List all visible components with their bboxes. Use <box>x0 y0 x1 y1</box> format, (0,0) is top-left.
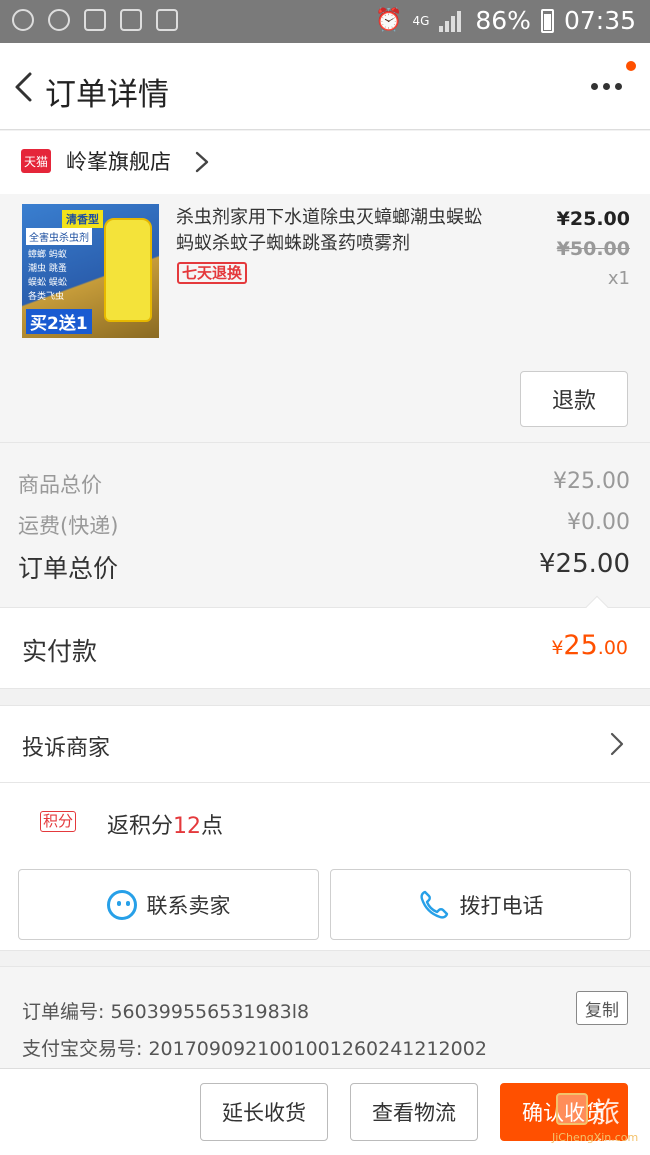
actual-payment-amount: ¥25.00 <box>551 630 628 661</box>
thumb-title: 全害虫杀虫剂 <box>26 228 92 245</box>
return-policy-badge: 七天退换 <box>177 262 248 284</box>
clock: 07:35 <box>563 6 636 35</box>
goods-total-row: 商品总价 ¥25.00 <box>18 469 630 499</box>
watermark-logo-icon <box>556 1093 588 1125</box>
price-summary: 商品总价 ¥25.00 运费(快递) ¥0.00 订单总价 ¥25.00 <box>0 442 650 607</box>
refund-button[interactable]: 退款 <box>520 371 628 427</box>
contact-seller-button[interactable]: 联系卖家 <box>18 869 319 940</box>
call-phone-button[interactable]: 拨打电话 <box>330 869 631 940</box>
call-phone-label: 拨打电话 <box>459 893 544 918</box>
points-text: 返积分12点 <box>107 808 223 840</box>
phone-icon <box>419 890 448 919</box>
points-badge: 积分 <box>40 811 77 832</box>
store-row[interactable]: 天猫 岭峯旗舰店 <box>0 131 650 194</box>
alipay-transaction-number: 支付宝交易号: 2017090921001001260241212002 <box>22 1038 487 1060</box>
product-quantity: x1 <box>607 268 630 289</box>
status-bar: ⏰ 4G 86% 07:35 <box>0 0 650 43</box>
points-prefix: 返积分 <box>107 814 174 839</box>
complain-merchant-label: 投诉商家 <box>22 736 111 761</box>
goods-total-label: 商品总价 <box>18 473 102 497</box>
order-number: 订单编号: 560399556531983l8 <box>22 1001 310 1023</box>
actual-payment-label: 实付款 <box>22 637 98 666</box>
chevron-right-icon <box>610 732 624 756</box>
recycle-notification-icon <box>156 9 178 31</box>
points-amount: 12 <box>173 814 202 839</box>
chevron-left-icon[interactable] <box>10 71 42 103</box>
view-logistics-button[interactable]: 查看物流 <box>350 1083 478 1141</box>
system-indicators: ⏰ 4G 86% 07:35 <box>375 6 636 35</box>
app-notification-icon <box>12 9 34 31</box>
notification-icons <box>12 9 178 31</box>
points-suffix: 点 <box>201 814 224 839</box>
battery-percent: 86% <box>475 6 531 35</box>
extend-receipt-button[interactable]: 延长收货 <box>200 1083 328 1141</box>
order-total-row: 订单总价 ¥25.00 <box>18 549 630 585</box>
app-header: 订单详情 <box>0 43 650 130</box>
thumb-tag: 清香型 <box>62 210 103 228</box>
product-title[interactable]: 杀虫剂家用下水道除虫灭蟑螂潮虫蜈蚣蚂蚁杀蚊子蜘蛛跳蚤药喷雾剂 <box>176 205 496 257</box>
watermark-url: JiChengXin.com <box>552 1131 639 1144</box>
alarm-icon: ⏰ <box>375 8 403 33</box>
site-watermark: 旅行 JiChengXin.com <box>526 1089 644 1155</box>
order-total-value: ¥25.00 <box>539 549 630 579</box>
image-notification-icon <box>84 9 106 31</box>
notification-dot <box>626 61 636 71</box>
network-type: 4G <box>412 13 430 28</box>
original-price: ¥50.00 <box>556 238 630 260</box>
order-total-label: 订单总价 <box>18 554 119 583</box>
complain-merchant-row[interactable]: 投诉商家 <box>0 705 650 783</box>
currency-symbol: ¥ <box>551 637 564 659</box>
watermark-text: 旅行 <box>592 1096 622 1155</box>
tmall-logo: 天猫 <box>21 149 51 173</box>
copy-button[interactable]: 复制 <box>576 991 628 1025</box>
shipping-label: 运费(快递) <box>18 514 119 538</box>
product-price: ¥25.00 <box>556 208 630 230</box>
contact-seller-label: 联系卖家 <box>146 893 231 918</box>
chat-icon <box>106 889 137 920</box>
more-dots-icon[interactable] <box>591 83 622 90</box>
phone-notification-icon <box>120 9 142 31</box>
thumb-promo: 买2送1 <box>26 309 92 334</box>
points-row: 积分 返积分12点 <box>0 783 650 861</box>
thumb-pest-list: 蟑螂 蚂蚁 潮虫 跳蚤 蜈蚣 蜈蚣 各类飞虫 <box>28 250 67 302</box>
shipping-value: ¥0.00 <box>567 510 630 535</box>
link-notification-icon <box>48 9 70 31</box>
shipping-row: 运费(快递) ¥0.00 <box>18 510 630 540</box>
store-name: 岭峯旗舰店 <box>66 150 171 174</box>
amount-decimal: .00 <box>597 637 628 659</box>
actual-payment: 实付款 ¥25.00 <box>0 595 650 689</box>
chevron-right-icon <box>195 151 209 173</box>
battery-icon <box>540 8 554 33</box>
order-info: 订单编号: 560399556531983l8 复制 支付宝交易号: 20170… <box>0 966 650 1076</box>
signal-icon <box>439 10 465 32</box>
goods-total-value: ¥25.00 <box>553 469 630 494</box>
product-thumbnail[interactable]: 清香型 全害虫杀虫剂 蟑螂 蚂蚁 潮虫 跳蚤 蜈蚣 蜈蚣 各类飞虫 买2送1 <box>22 204 159 338</box>
page-title: 订单详情 <box>45 77 169 113</box>
spray-bottle-image <box>104 218 152 322</box>
amount-integer: 25 <box>563 630 598 661</box>
product-item[interactable]: 清香型 全害虫杀虫剂 蟑螂 蚂蚁 潮虫 跳蚤 蜈蚣 蜈蚣 各类飞虫 买2送1 杀… <box>0 194 650 442</box>
contact-buttons: 联系卖家 拨打电话 <box>0 861 650 951</box>
